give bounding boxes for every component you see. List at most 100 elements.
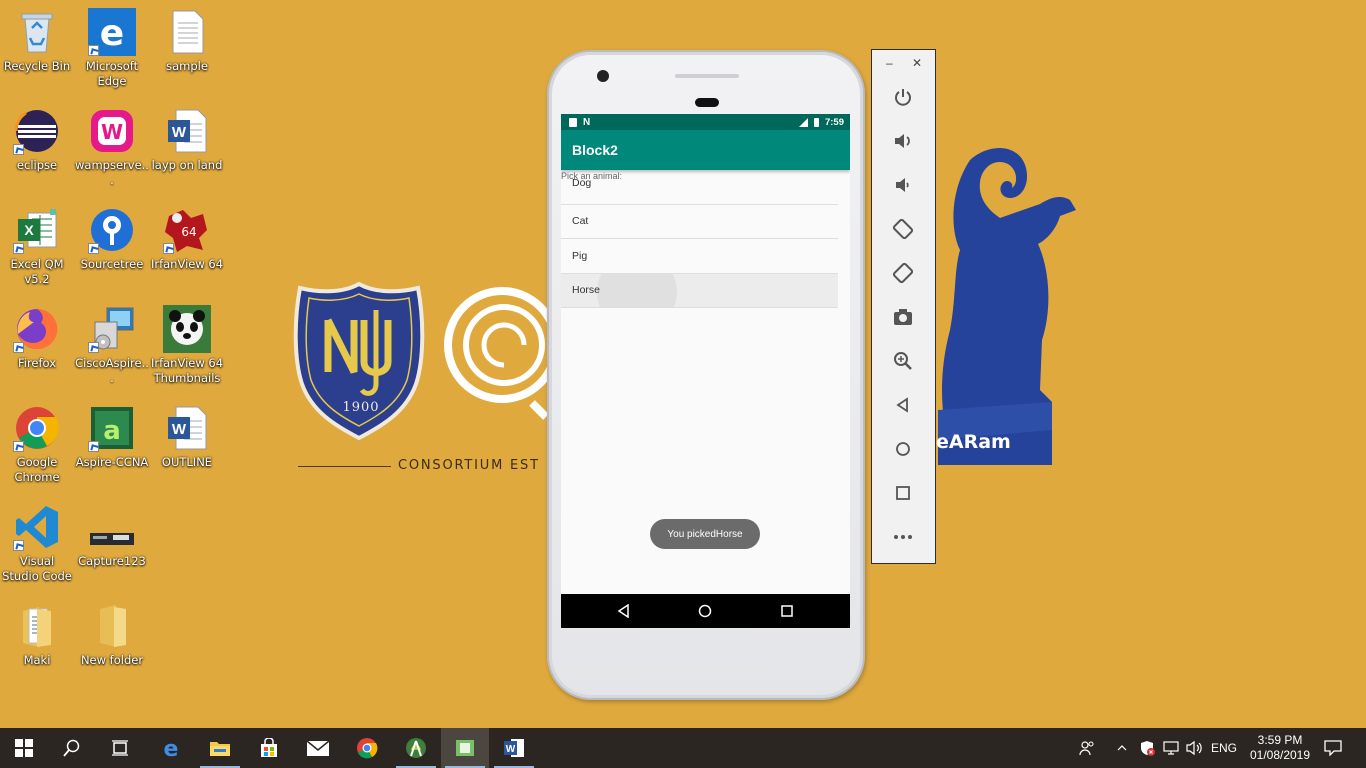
- desktop-icon-layp-on-land[interactable]: W layp on land: [150, 107, 224, 173]
- nav-back-button[interactable]: [614, 601, 634, 621]
- folder-icon: [13, 602, 61, 650]
- aspire-ccna-icon: a: [88, 404, 136, 452]
- svg-text:64: 64: [181, 225, 196, 239]
- desktop-icon-eclipse[interactable]: eclipse: [0, 107, 74, 173]
- camera-icon: [894, 309, 912, 325]
- app-bar-title: Block2: [561, 130, 850, 170]
- text-file-icon: [163, 8, 211, 56]
- rotate-right-button[interactable]: [890, 260, 916, 286]
- desktop-icon-aspire-ccna[interactable]: a Aspire-CCNA: [75, 404, 149, 470]
- desktop-icon-irfanview-thumbnails[interactable]: IrfanView 64 Thumbnails: [150, 305, 224, 386]
- notification-icon: [1324, 740, 1342, 756]
- word-document-icon: W: [163, 107, 211, 155]
- shortcut-arrow-icon: [13, 342, 24, 353]
- vscode-icon: [13, 503, 61, 551]
- shortcut-arrow-icon: [88, 243, 99, 254]
- desktop-icon-irfanview-64[interactable]: 64 IrfanView 64: [150, 206, 224, 272]
- volume-down-button[interactable]: [890, 172, 916, 198]
- volume-down-icon: [896, 178, 909, 192]
- shortcut-arrow-icon: [88, 45, 99, 56]
- desktop-icon-vscode[interactable]: Visual Studio Code: [0, 503, 74, 584]
- shortcut-arrow-icon: [13, 441, 24, 452]
- android-nav-bar: [561, 594, 850, 628]
- desktop-icon-ciscoaspire[interactable]: CiscoAspire...: [75, 305, 149, 386]
- desktop-icon-microsoft-edge[interactable]: e Microsoft Edge: [75, 8, 149, 89]
- taskbar-android-studio[interactable]: [392, 728, 440, 768]
- taskbar-word[interactable]: W: [490, 728, 538, 768]
- desktop-icon-label: IrfanView 64 Thumbnails: [150, 356, 224, 385]
- minimize-icon[interactable]: –: [886, 56, 893, 70]
- desktop-icon-sample[interactable]: sample: [150, 8, 224, 74]
- svg-text:e: e: [100, 13, 124, 54]
- windows-taskbar: e W ENG: [0, 728, 1366, 768]
- svg-text:a: a: [103, 416, 121, 446]
- overview-button[interactable]: [890, 480, 916, 506]
- taskbar-store[interactable]: [245, 728, 293, 768]
- search-button[interactable]: [48, 728, 96, 768]
- close-icon[interactable]: ✕: [912, 56, 922, 70]
- word-document-icon: W: [163, 404, 211, 452]
- zoom-button[interactable]: [890, 348, 916, 374]
- home-button[interactable]: [890, 436, 916, 462]
- desktop-icon-label: Recycle Bin: [3, 59, 71, 73]
- desktop-icon-label: IrfanView 64: [150, 257, 224, 271]
- windows-logo-icon: [15, 739, 33, 757]
- volume-up-button[interactable]: [890, 128, 916, 154]
- desktop-icon-recycle-bin[interactable]: Recycle Bin: [0, 8, 74, 74]
- eclipse-icon: [13, 107, 61, 155]
- list-item-pig[interactable]: Pig: [561, 239, 838, 274]
- list-item-horse[interactable]: Horse: [561, 273, 838, 308]
- emulator-icon: [456, 740, 474, 756]
- more-options-button[interactable]: [890, 524, 916, 550]
- taskbar-chrome[interactable]: [343, 728, 391, 768]
- clock-time: 3:59 PM: [1257, 733, 1303, 747]
- desktop-icon-label: Excel QM v5.2: [10, 257, 64, 286]
- desktop-icon-new-folder[interactable]: New folder: [75, 602, 149, 668]
- desktop-icon-wampserver[interactable]: W wampserve...: [75, 107, 149, 188]
- wampserver-icon: W: [88, 107, 136, 155]
- nav-home-button[interactable]: [695, 601, 715, 621]
- installer-icon: [88, 305, 136, 353]
- edge-icon: e: [88, 8, 136, 56]
- rotate-left-button[interactable]: [890, 216, 916, 242]
- security-tray-button[interactable]: [1136, 728, 1158, 768]
- back-triangle-icon: [617, 604, 629, 618]
- desktop-icon-label: OUTLINE: [161, 455, 213, 469]
- task-view-button[interactable]: [96, 728, 144, 768]
- desktop-icon-maki[interactable]: Maki: [0, 602, 74, 668]
- taskbar-mail[interactable]: [294, 728, 342, 768]
- pick-animal-prompt: Pick an animal:: [561, 171, 623, 181]
- image-file-icon: [88, 503, 136, 551]
- people-button[interactable]: [1075, 728, 1099, 768]
- volume-tray-button[interactable]: [1184, 728, 1206, 768]
- show-hidden-icons-button[interactable]: [1112, 728, 1132, 768]
- recents-square-icon: [781, 605, 793, 617]
- input-language[interactable]: ENG: [1208, 728, 1240, 768]
- taskbar-emulator[interactable]: [441, 728, 489, 768]
- start-button[interactable]: [0, 728, 48, 768]
- taskbar-edge[interactable]: e: [147, 728, 195, 768]
- taskbar-clock[interactable]: 3:59 PM 01/08/2019: [1238, 733, 1322, 763]
- desktop-icon-sourcetree[interactable]: Sourcetree: [75, 206, 149, 272]
- action-center-button[interactable]: [1318, 728, 1348, 768]
- power-button[interactable]: [890, 84, 916, 110]
- network-tray-button[interactable]: [1160, 728, 1182, 768]
- animal-list: Dog Cat Pig Horse: [561, 170, 838, 308]
- desktop-icon-firefox[interactable]: Firefox: [0, 305, 74, 371]
- back-button[interactable]: [890, 392, 916, 418]
- desktop-icon-label: Visual Studio Code: [2, 554, 72, 583]
- taskbar-file-explorer[interactable]: [196, 728, 244, 768]
- edge-icon: e: [164, 737, 179, 759]
- chrome-icon: [13, 404, 61, 452]
- desktop-icon-label: wampserve...: [75, 158, 149, 187]
- nav-recents-button[interactable]: [777, 601, 797, 621]
- screenshot-button[interactable]: [890, 304, 916, 330]
- desktop-icon-capture123[interactable]: Capture123: [75, 503, 149, 569]
- desktop-icon-google-chrome[interactable]: Google Chrome: [0, 404, 74, 485]
- desktop-icon-excel-qm[interactable]: X Excel QM v5.2: [0, 206, 74, 287]
- shortcut-arrow-icon: [163, 243, 174, 254]
- desktop-icon-outline[interactable]: W OUTLINE: [150, 404, 224, 470]
- emulator-screen[interactable]: N 7:59 Block2 Dog Cat Pig Horse Pick an …: [561, 114, 850, 628]
- recycle-bin-icon: [13, 8, 61, 56]
- list-item-cat[interactable]: Cat: [561, 205, 838, 239]
